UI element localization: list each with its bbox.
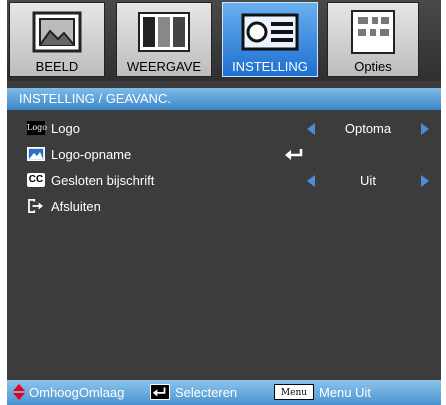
breadcrumb: INSTELLING / GEAVANC. bbox=[7, 88, 441, 110]
tab-weergave[interactable]: WEERGAVE bbox=[116, 2, 212, 77]
tab-label: BEELD bbox=[35, 59, 79, 74]
enter-icon[interactable] bbox=[284, 148, 304, 160]
arrow-right-icon[interactable] bbox=[421, 123, 429, 135]
updown-hint: OmhoogOmlaag bbox=[29, 385, 125, 400]
tab-label: INSTELLING bbox=[232, 59, 308, 74]
arrow-left-icon[interactable] bbox=[307, 175, 315, 187]
arrow-right-icon[interactable] bbox=[421, 175, 429, 187]
screen-capture-icon bbox=[27, 147, 45, 161]
tab-bar: BEELD WEERGAVE INSTELLING Opties bbox=[7, 0, 441, 81]
tab-label: WEERGAVE bbox=[126, 59, 202, 74]
logo-value: Optoma bbox=[344, 121, 392, 136]
menu-item-exit[interactable]: Afsluiten bbox=[7, 194, 441, 220]
menu-item-label: Logo bbox=[51, 121, 80, 136]
arrow-left-icon[interactable] bbox=[307, 123, 315, 135]
logo-icon: Logo bbox=[27, 121, 47, 135]
tab-label: Opties bbox=[354, 59, 392, 74]
projector-icon bbox=[241, 13, 299, 51]
select-hint: Selecteren bbox=[175, 385, 238, 400]
menu-exit-hint: Menu Uit bbox=[319, 385, 372, 400]
enter-key-icon bbox=[150, 384, 170, 400]
closed-caption-value: Uit bbox=[360, 173, 376, 188]
menu-item-closed-caption[interactable]: CC Gesloten bijschrift Uit bbox=[7, 168, 441, 194]
menu-item-logo[interactable]: Logo Logo Optoma bbox=[7, 116, 441, 142]
menu-list: Logo Logo Optoma Logo-opname CC Gesloten… bbox=[7, 116, 441, 220]
cc-icon: CC bbox=[27, 173, 45, 187]
options-icon bbox=[351, 10, 395, 54]
menu-item-label: Logo-opname bbox=[51, 147, 132, 162]
help-bar: OmhoogOmlaag Selecteren Menu Menu Uit bbox=[7, 380, 441, 405]
display-icon bbox=[138, 12, 190, 52]
up-down-icon bbox=[13, 384, 25, 400]
image-icon bbox=[32, 11, 82, 53]
tab-beeld[interactable]: BEELD bbox=[9, 2, 105, 77]
menu-key-icon: Menu bbox=[274, 384, 314, 400]
tab-opties[interactable]: Opties bbox=[327, 2, 419, 77]
tab-instelling[interactable]: INSTELLING bbox=[222, 2, 318, 77]
menu-item-label: Gesloten bijschrift bbox=[51, 173, 155, 188]
exit-icon bbox=[28, 199, 43, 213]
menu-item-logo-capture[interactable]: Logo-opname bbox=[7, 142, 441, 168]
menu-item-label: Afsluiten bbox=[51, 199, 101, 214]
